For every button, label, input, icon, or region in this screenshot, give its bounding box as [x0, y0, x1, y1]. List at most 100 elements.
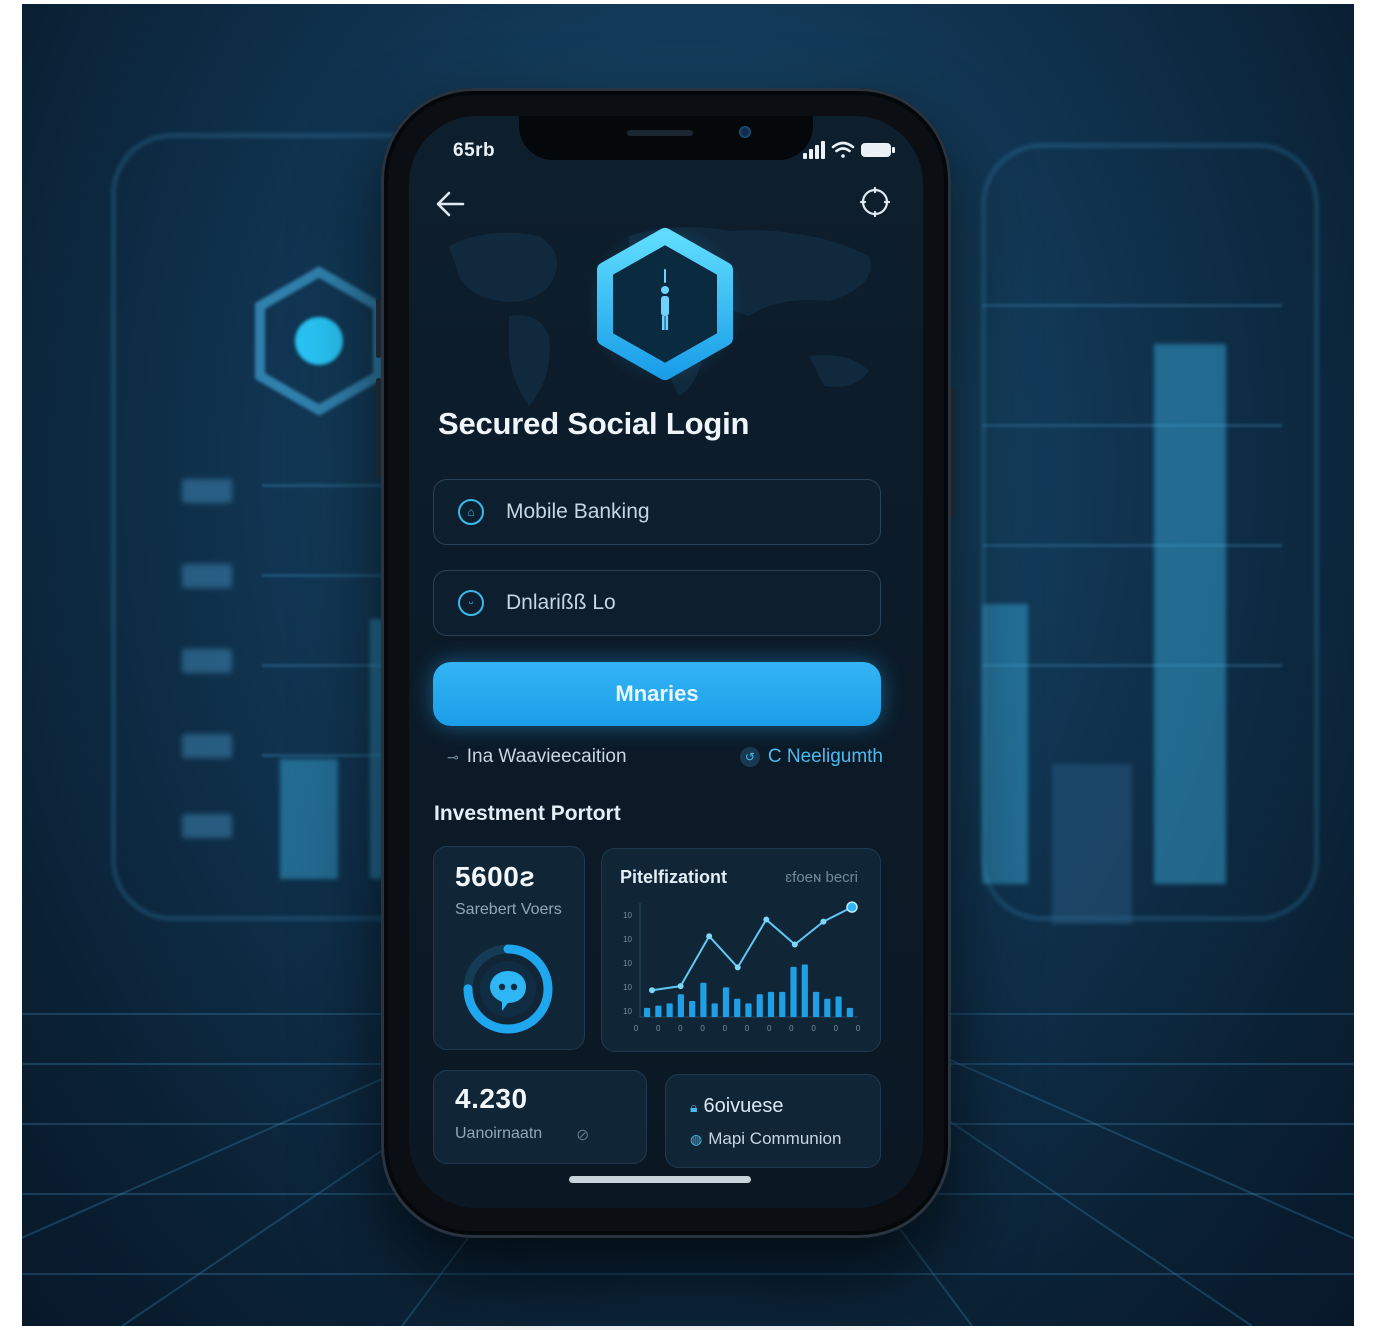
front-camera: [739, 126, 751, 138]
lock-icon: ᵕ: [458, 590, 484, 616]
bg-axis-label: [182, 734, 232, 758]
bg-gridline: [982, 544, 1282, 547]
chart-point: [706, 933, 713, 940]
hexagon-shield-icon: [589, 224, 741, 384]
chart-bar: [644, 1007, 651, 1017]
app-screen: 65rb Secured Social Login ⌂ Mobile Banki…: [409, 116, 923, 1208]
stat-label: Sarebert Voers: [455, 901, 562, 918]
bg-axis-label: [182, 814, 232, 838]
chart-point: [820, 918, 827, 925]
earpiece-speaker: [627, 130, 693, 136]
login-button[interactable]: Mnaries: [433, 662, 881, 726]
recovery-link[interactable]: ↺ C Neeligumth: [739, 746, 883, 768]
chart-x-tick-label: 0: [834, 1024, 839, 1033]
bg-gridline: [982, 304, 1282, 307]
chart-x-tick-label: 0: [856, 1024, 861, 1033]
chart-point: [791, 941, 798, 948]
page-title: Secured Social Login: [438, 406, 750, 441]
bg-gridline: [982, 424, 1282, 427]
volume-button: [376, 298, 381, 358]
chart-bar: [812, 991, 820, 1017]
chart-bar: [779, 991, 786, 1017]
chart-y-tick-label: 10: [623, 911, 632, 920]
stat-value: 5600ƨ: [455, 861, 536, 892]
chart-y-tick-label: 10: [623, 959, 632, 968]
wifi-icon: [831, 141, 855, 158]
chart-y-tick-label: 10: [623, 1007, 632, 1016]
verification-link-text: Ina Waavieecaition: [466, 746, 627, 767]
bg-bar: [280, 759, 338, 879]
stat-card-value[interactable]: 4.230 Uanoirnaatn ⊘: [433, 1070, 647, 1164]
mobile-banking-label: Mobile Banking: [506, 500, 650, 523]
community-line: ◍ Mapi Communion: [690, 1129, 841, 1149]
refresh-icon: ↺: [739, 747, 760, 767]
chart-subtitle: ɛfoeɴ becri: [785, 869, 858, 886]
chart-bar: [722, 987, 730, 1017]
chart-bar: [835, 996, 842, 1017]
chart-point: [734, 964, 741, 971]
chart-bar: [666, 1003, 673, 1017]
community-line-text: Mapi Communion: [708, 1129, 842, 1148]
bg-bar: [982, 604, 1028, 884]
power-button: [951, 388, 956, 518]
chart-bar: [745, 1003, 752, 1017]
chart-point: [846, 901, 858, 913]
bank-icon: ⌂: [458, 499, 484, 525]
bg-axis-label: [182, 649, 232, 673]
bg-bar: [1052, 764, 1132, 924]
chart-bar: [734, 998, 741, 1017]
stat-value: 4.230: [455, 1083, 528, 1114]
status-icons: [803, 141, 895, 159]
chart-x-tick-label: 0: [656, 1024, 661, 1033]
chart-x-tick-label: 0: [811, 1024, 816, 1033]
home-indicator[interactable]: [569, 1176, 751, 1183]
chart-bar: [846, 1007, 853, 1017]
chart-point: [677, 983, 684, 990]
bg-hexagon-icon: [255, 266, 383, 416]
chart-x-tick-label: 0: [634, 1024, 639, 1033]
bg-axis-label: [182, 564, 232, 588]
password-field-label: Dnlarißß Lo: [506, 591, 616, 614]
lock-icon: 🔒︎: [690, 1099, 698, 1115]
chart-x-tick-label: 0: [745, 1024, 750, 1033]
stat-card-users[interactable]: 5600ƨ Sarebert Voers: [433, 846, 585, 1050]
chart-y-tick-label: 10: [623, 983, 632, 992]
stat-card-chart[interactable]: 10 10 10 10 10 0 0 0 0 0 0 0 0 0 0 0 Pitelfizationt ɛfo…: [601, 848, 881, 1052]
chart-bar: [711, 1003, 718, 1017]
key-icon: ⊸: [447, 749, 459, 765]
stat-label: Uanoirnaatn: [455, 1125, 543, 1142]
arrow-left-icon: [436, 191, 465, 217]
chart-title: Pitelfizationt: [620, 867, 727, 887]
chart-bar: [689, 1001, 696, 1017]
community-title: 🔒︎ 6oivuese: [690, 1095, 784, 1118]
progress-ring: [463, 944, 553, 1034]
phone-frame: 65rb Secured Social Login ⌂ Mobile Banki…: [376, 88, 956, 1238]
chart-bar: [756, 994, 763, 1017]
chart-point: [763, 916, 770, 923]
chart-x-tick-label: 0: [678, 1024, 683, 1033]
tag-icon: ⊘: [576, 1127, 590, 1144]
community-title-text: 6oivuese: [703, 1095, 784, 1117]
verification-link[interactable]: ⊸ Ina Waavieecaition: [447, 746, 627, 768]
settings-button[interactable]: [857, 184, 893, 220]
mobile-banking-field[interactable]: ⌂ Mobile Banking: [433, 479, 881, 545]
chart-bar: [801, 964, 808, 1017]
bg-axis-label: [182, 479, 232, 503]
volume-button: [376, 378, 381, 478]
chart-x-tick-label: 0: [789, 1024, 794, 1033]
recovery-link-text: C Neeligumth: [767, 746, 883, 767]
status-time: 65rb: [453, 140, 496, 161]
chart-bar: [824, 998, 831, 1017]
portfolio-section-title: Investment Portort: [434, 802, 621, 825]
target-icon: [859, 186, 891, 218]
chart-y-tick-label: 10: [623, 935, 632, 944]
chart-x-tick-label: 0: [723, 1024, 728, 1033]
bg-bar: [1154, 344, 1226, 884]
stat-card-community[interactable]: 🔒︎ 6oivuese ◍ Mapi Communion: [665, 1074, 881, 1168]
chart-x-tick-label: 0: [700, 1024, 705, 1033]
back-button[interactable]: [433, 186, 469, 222]
password-field[interactable]: ᵕ Dnlarißß Lo: [433, 570, 881, 636]
chart-bar: [700, 982, 707, 1017]
chart-bar: [767, 991, 775, 1017]
chart-bar: [790, 966, 797, 1017]
